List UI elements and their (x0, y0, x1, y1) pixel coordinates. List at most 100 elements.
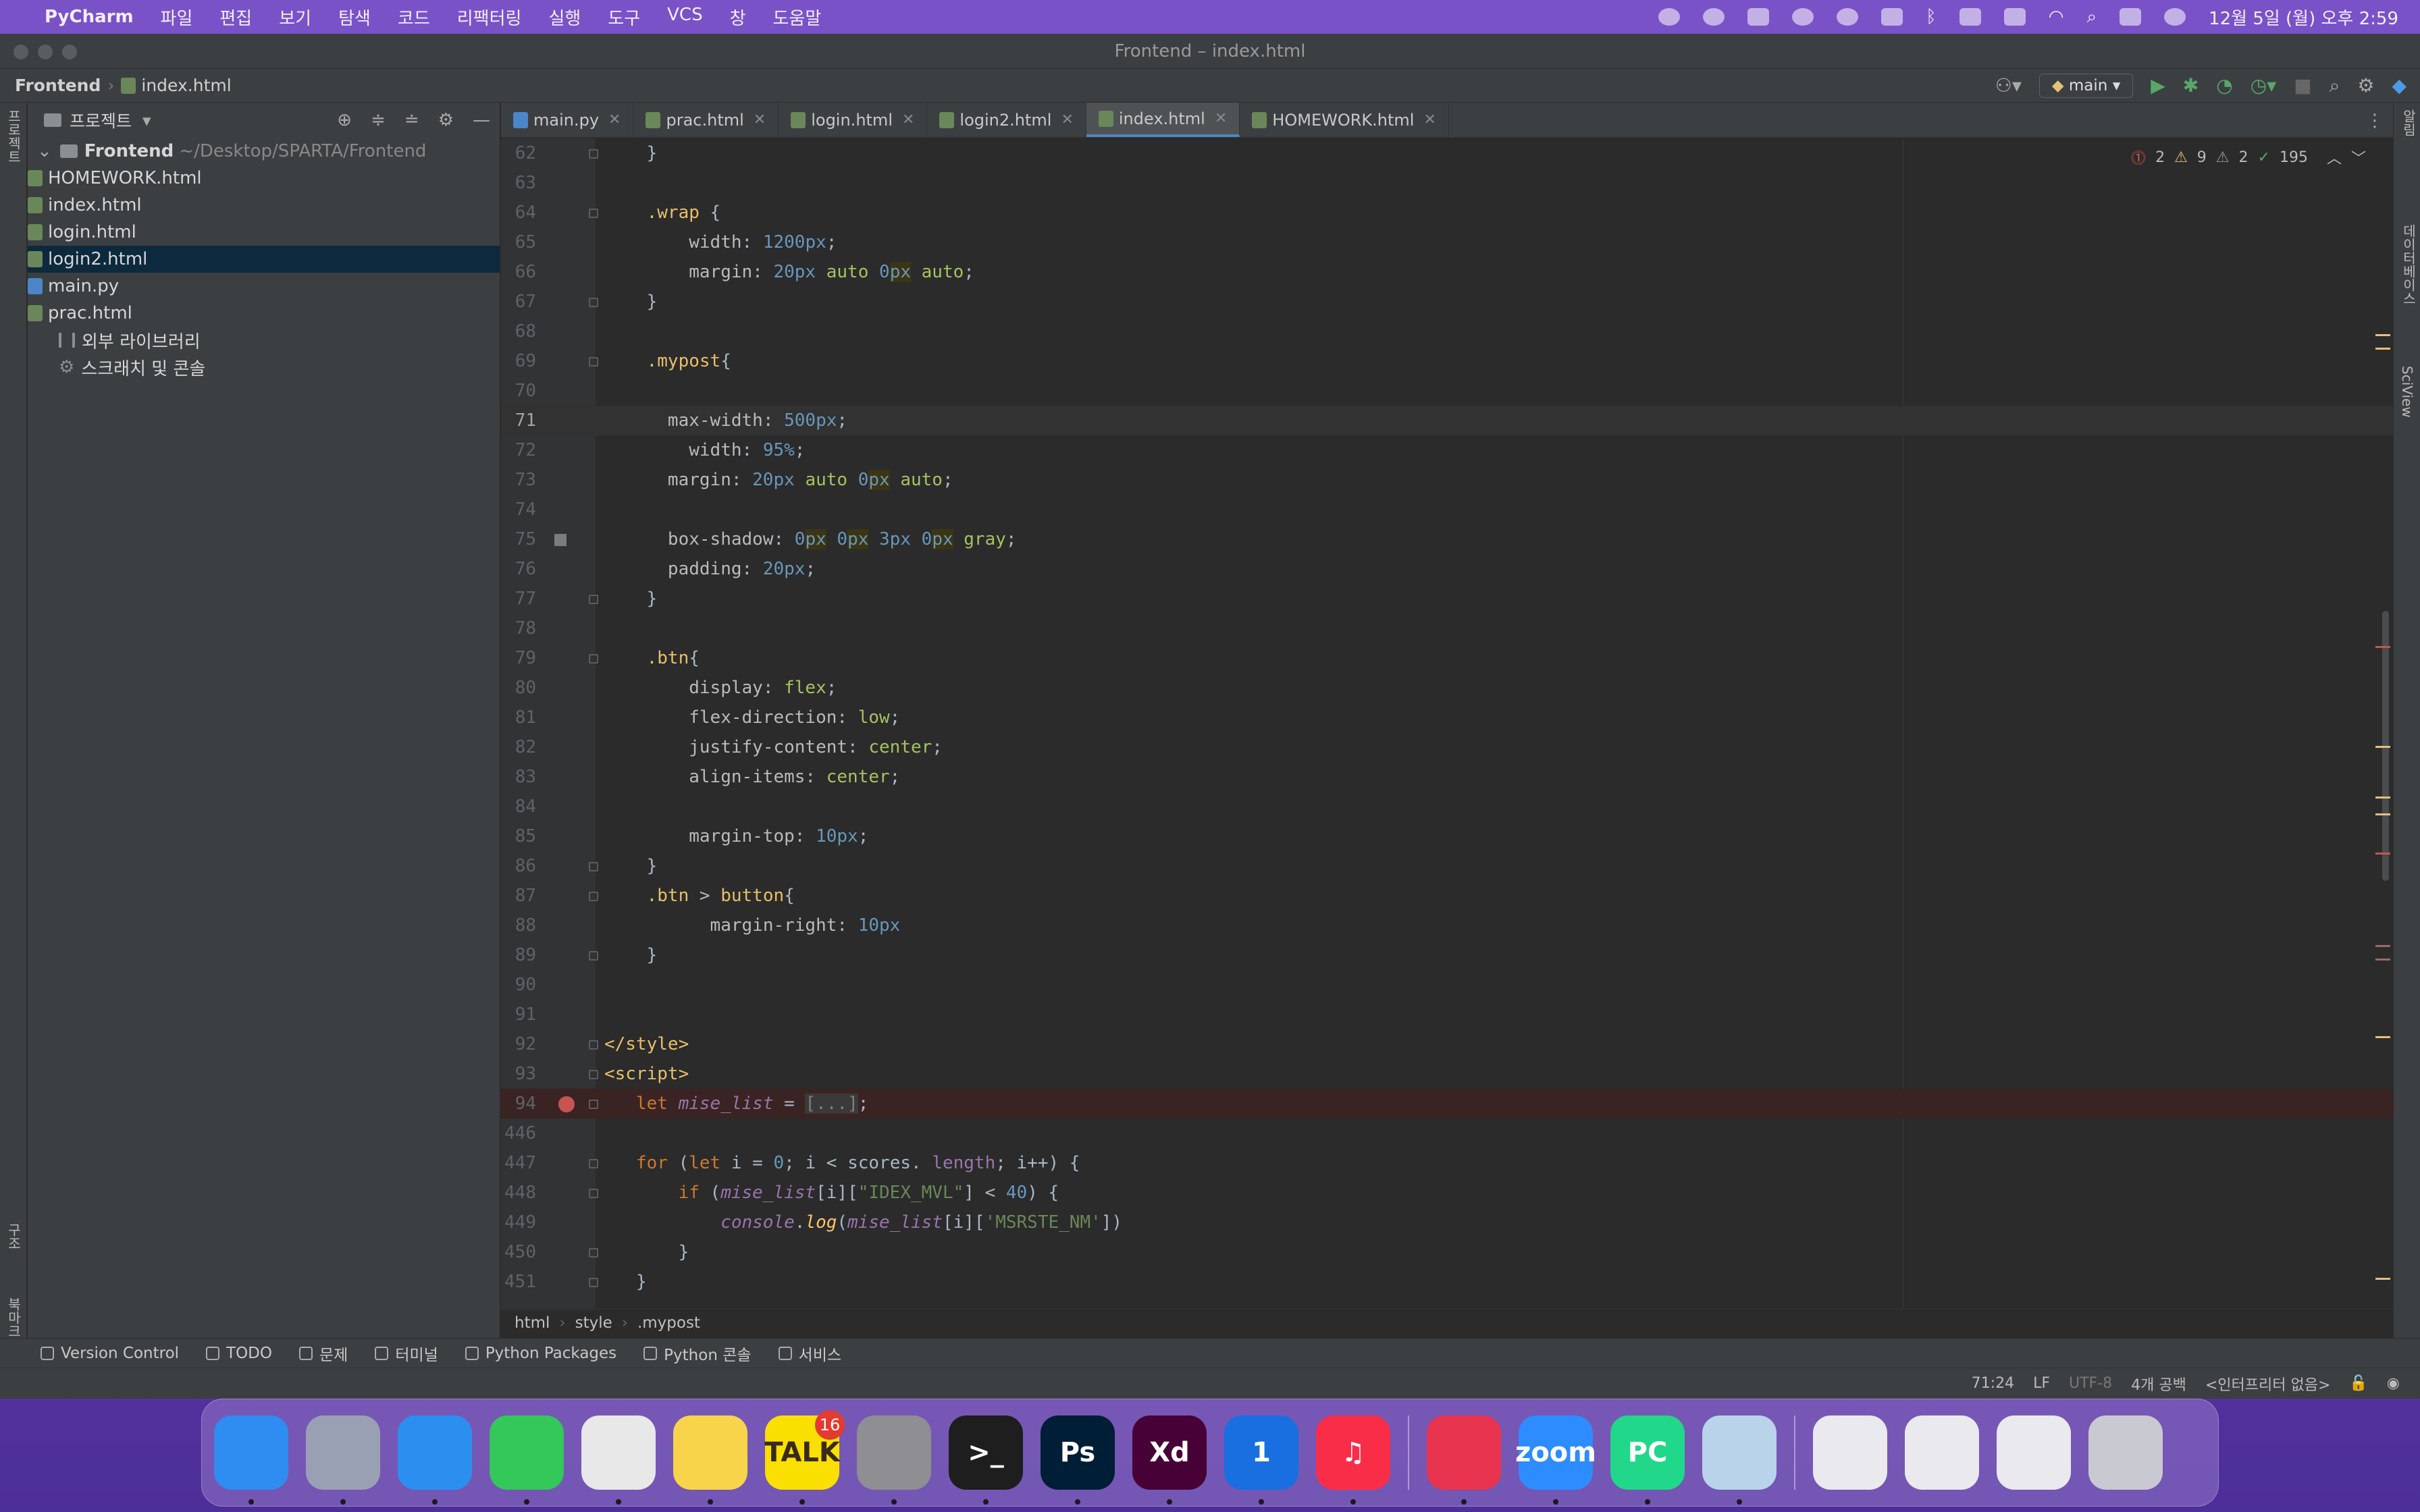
code-line[interactable]: 82 justify-content: center; (501, 732, 2393, 762)
menu-item-3[interactable]: 탐색 (338, 5, 371, 30)
code-line[interactable]: 449 console.log(mise_list[i]['MSRSTE_NM'… (501, 1208, 2393, 1237)
tree-file[interactable]: main.py (28, 273, 500, 300)
dock-notes-icon[interactable] (673, 1415, 747, 1505)
run-config-select[interactable]: ◆ main ▾ (2038, 73, 2134, 98)
code-line[interactable]: 86 } (501, 851, 2393, 881)
code-line[interactable]: 66 margin: 20px auto 0px auto; (501, 257, 2393, 287)
fold-icon[interactable] (589, 357, 598, 367)
code-line[interactable]: 91 (501, 1000, 2393, 1029)
project-panel-title[interactable]: 프로젝트 (70, 108, 132, 132)
line-number[interactable]: 70 (501, 376, 536, 406)
tool-3[interactable]: 터미널 (375, 1342, 438, 1365)
nav-project[interactable]: Frontend (15, 76, 101, 95)
fold-icon[interactable] (589, 1189, 598, 1198)
tab-login-html[interactable]: login.html ✕ (779, 103, 928, 137)
close-icon[interactable]: ✕ (1215, 110, 1227, 127)
line-number[interactable]: 448 (501, 1178, 536, 1208)
breakpoint-icon[interactable] (558, 1096, 575, 1112)
code-line[interactable]: 80 display: flex; (501, 673, 2393, 703)
fold-icon[interactable] (589, 298, 598, 307)
fold-icon[interactable] (589, 862, 598, 871)
tool-window-notifications[interactable]: 알림 (2399, 109, 2419, 136)
line-number[interactable]: 75 (501, 524, 536, 554)
line-number[interactable]: 446 (501, 1118, 536, 1148)
stop-icon[interactable]: ■ (2294, 74, 2311, 97)
code-line[interactable]: 77 } (501, 584, 2393, 614)
tool-window-project[interactable]: 프로젝트 (4, 109, 24, 163)
dock-terminal-icon[interactable]: >_ (949, 1415, 1023, 1505)
close-icon[interactable]: ✕ (902, 111, 914, 128)
code-line[interactable]: 73 margin: 20px auto 0px auto; (501, 465, 2393, 495)
tree-file[interactable]: login2.html (28, 246, 500, 273)
tab-index-html[interactable]: index.html ✕ (1086, 103, 1240, 137)
line-number[interactable]: 67 (501, 287, 536, 317)
close-icon[interactable]: ✕ (608, 111, 621, 128)
fold-icon[interactable] (589, 1159, 598, 1168)
code-line[interactable]: 79 .btn{ (501, 643, 2393, 673)
code-line[interactable]: 63 (501, 168, 2393, 198)
fold-icon[interactable] (589, 1248, 598, 1258)
locate-icon[interactable]: ⊕ (337, 110, 352, 130)
code-line[interactable]: 92 </style> (501, 1029, 2393, 1059)
zoom-window-button[interactable] (62, 45, 77, 59)
notifications-icon[interactable]: ◉ (2387, 1375, 2400, 1392)
minimize-window-button[interactable] (38, 45, 53, 59)
chevron-down-icon[interactable]: ⌄ (37, 141, 52, 161)
bluetooth-icon[interactable]: ᛒ (1926, 7, 1937, 27)
line-number[interactable]: 86 (501, 851, 536, 881)
line-number[interactable]: 77 (501, 584, 536, 614)
code-line[interactable]: 69 .mypost{ (501, 346, 2393, 376)
fold-icon[interactable] (589, 951, 598, 961)
code-line[interactable]: 450 } (501, 1237, 2393, 1267)
code-line[interactable]: 89 } (501, 940, 2393, 970)
close-icon[interactable]: ✕ (1423, 111, 1436, 128)
code-line[interactable]: 446 (501, 1118, 2393, 1148)
line-number[interactable]: 63 (501, 168, 536, 198)
tree-scratches[interactable]: ⚙ 스크래치 및 콘솔 (28, 354, 500, 381)
breadcrumb-item[interactable]: html (515, 1314, 550, 1332)
dock-safari-icon[interactable] (398, 1415, 472, 1505)
line-number[interactable]: 73 (501, 465, 536, 495)
collapse-all-icon[interactable]: ≐ (404, 110, 419, 130)
tool-window-bookmarks[interactable]: 북마크 (4, 1297, 24, 1338)
tool-0[interactable]: Version Control (41, 1345, 179, 1362)
menu-item-2[interactable]: 보기 (279, 5, 311, 30)
tool-4[interactable]: Python Packages (465, 1345, 616, 1362)
tree-file[interactable]: login.html (28, 219, 500, 246)
tab-homework-html[interactable]: HOMEWORK.html ✕ (1240, 103, 1449, 137)
status-icon[interactable] (1792, 8, 1814, 26)
dock-1password-icon[interactable]: 1 (1224, 1415, 1298, 1505)
gear-icon[interactable]: ⚙ (438, 110, 454, 130)
code-line[interactable]: 74 (501, 495, 2393, 524)
tree-external-libraries[interactable]: 외부 라이브러리 (28, 327, 500, 354)
code-line[interactable]: 64 .wrap { (501, 198, 2393, 227)
dock-launchpad-icon[interactable] (306, 1415, 380, 1505)
user-icon[interactable]: ⚇▾ (1995, 74, 2022, 97)
line-number[interactable]: 80 (501, 673, 536, 703)
code-line[interactable]: 85 margin-top: 10px; (501, 821, 2393, 851)
wifi-icon[interactable]: ◠ (2049, 7, 2064, 27)
line-number[interactable]: 93 (501, 1059, 536, 1089)
tab-main-py[interactable]: main.py ✕ (501, 103, 634, 137)
line-number[interactable]: 88 (501, 911, 536, 940)
line-number[interactable]: 74 (501, 495, 536, 524)
fold-icon[interactable] (589, 595, 598, 604)
dock-chrome-icon[interactable] (581, 1415, 656, 1505)
dock-photoshop-icon[interactable]: Ps (1041, 1415, 1115, 1505)
fold-icon[interactable] (589, 209, 598, 218)
dock-music-icon[interactable]: ♫ (1316, 1415, 1390, 1505)
code-line[interactable]: 93 <script> (501, 1059, 2393, 1089)
cursor-position[interactable]: 71:24 (1972, 1375, 2014, 1392)
input-method-icon[interactable] (1959, 8, 1981, 26)
line-number[interactable]: 76 (501, 554, 536, 584)
fold-icon[interactable] (589, 654, 598, 664)
line-number[interactable]: 451 (501, 1267, 536, 1297)
search-icon[interactable]: ⌕ (2086, 7, 2097, 28)
dock-screenshot-stack-icon[interactable] (1997, 1415, 2071, 1490)
debug-icon[interactable]: ✱ (2183, 74, 2199, 97)
coverage-icon[interactable]: ◔ (2216, 74, 2232, 97)
menu-app-name[interactable]: PyCharm (45, 7, 134, 27)
tree-file[interactable]: index.html (28, 192, 500, 219)
siri-icon[interactable] (2164, 8, 2186, 26)
line-number[interactable]: 78 (501, 614, 536, 643)
